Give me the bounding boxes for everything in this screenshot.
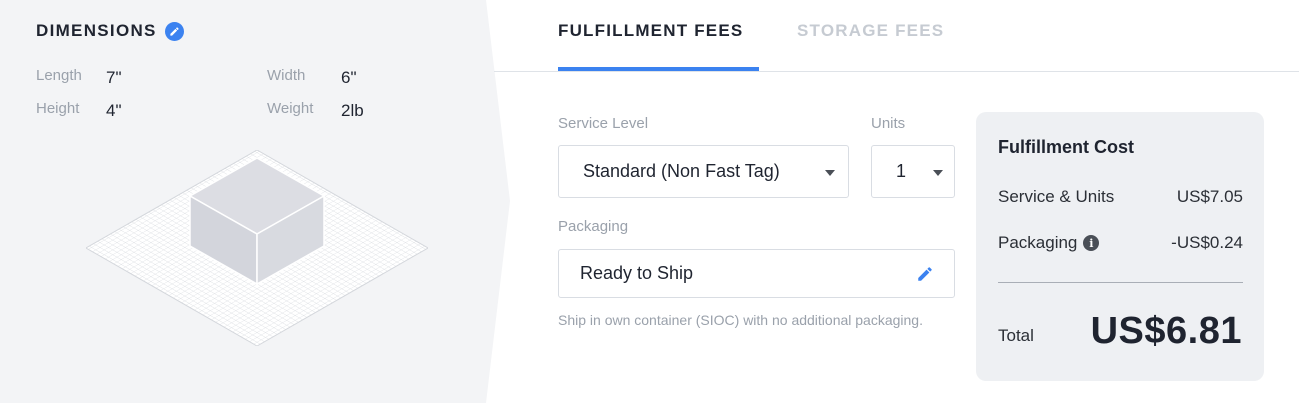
- width-label: Width: [267, 67, 306, 84]
- packaging-cost-label-group: Packaging i: [998, 233, 1100, 253]
- packaging-label: Packaging: [558, 218, 629, 235]
- package-illustration: [86, 150, 428, 346]
- fulfillment-cost-card: Fulfillment Cost Service & Units US$7.05…: [976, 112, 1264, 381]
- service-units-value: US$7.05: [1176, 187, 1243, 206]
- packaging-cost-label: Packaging: [998, 233, 1078, 252]
- units-label: Units: [871, 115, 906, 132]
- edit-dimensions-button[interactable]: [164, 21, 184, 41]
- cost-divider: [998, 282, 1243, 283]
- total-label: Total: [998, 326, 1034, 345]
- weight-row: Weight: [267, 100, 313, 117]
- length-value: 7": [106, 68, 122, 87]
- dimensions-header: DIMENSIONS: [36, 21, 184, 41]
- height-row: Height: [36, 100, 79, 117]
- service-level-label: Service Level: [558, 115, 649, 132]
- caret-down-icon: [933, 170, 943, 176]
- width-row: Width: [267, 67, 305, 84]
- packaging-cost-value: -US$0.24: [1171, 233, 1243, 252]
- info-icon[interactable]: i: [1083, 235, 1100, 251]
- service-level-select[interactable]: Standard (Non Fast Tag): [558, 145, 849, 198]
- tab-fulfillment-fees[interactable]: FULFILLMENT FEES: [558, 21, 743, 41]
- length-value-row: 7": [106, 68, 122, 88]
- tabs-divider: [494, 71, 1299, 72]
- weight-label: Weight: [267, 100, 314, 117]
- units-value: 1: [896, 161, 907, 181]
- cost-title: Fulfillment Cost: [998, 137, 1134, 157]
- weight-value: 2lb: [341, 101, 364, 120]
- total-value: US$6.81: [1090, 310, 1242, 352]
- width-value-row: 6": [341, 68, 357, 88]
- active-tab-indicator: [558, 67, 759, 71]
- tab-storage-fees[interactable]: STORAGE FEES: [797, 21, 944, 41]
- pencil-icon: [170, 26, 179, 36]
- height-value-row: 4": [106, 101, 122, 121]
- height-label: Height: [36, 100, 80, 117]
- width-value: 6": [341, 68, 357, 87]
- packaging-value: Ready to Ship: [580, 263, 694, 283]
- length-label: Length: [36, 67, 82, 84]
- packaging-cost-row: Packaging i -US$0.24: [998, 233, 1243, 253]
- service-level-value: Standard (Non Fast Tag): [583, 161, 780, 181]
- length-row: Length: [36, 67, 82, 84]
- packaging-helper-text: Ship in own container (SIOC) with no add…: [558, 312, 923, 328]
- dimensions-panel: DIMENSIONS Length 7" Width 6" Height 4" …: [0, 0, 512, 403]
- pencil-icon[interactable]: [916, 265, 934, 283]
- weight-value-row: 2lb: [341, 101, 364, 121]
- caret-down-icon: [825, 170, 835, 176]
- service-units-row: Service & Units US$7.05: [998, 187, 1243, 207]
- units-select[interactable]: 1: [871, 145, 955, 198]
- height-value: 4": [106, 101, 122, 120]
- service-units-label: Service & Units: [998, 187, 1115, 206]
- packaging-field[interactable]: Ready to Ship: [558, 249, 955, 298]
- dimensions-title: DIMENSIONS: [36, 21, 157, 40]
